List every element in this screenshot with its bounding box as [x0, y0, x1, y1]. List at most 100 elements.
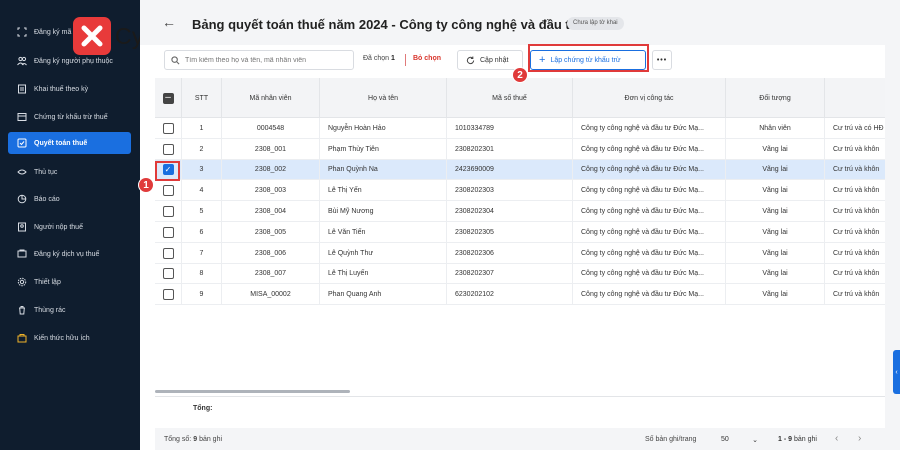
sidebar-item[interactable]: Thiết lập — [8, 271, 131, 293]
horizontal-scrollbar[interactable] — [155, 390, 350, 393]
cell-extra: Cư trú và có HĐ — [825, 118, 885, 139]
sidebar-item-label: Khai thuế theo kỳ — [34, 85, 89, 93]
cell-extra: Cư trú và khôn — [825, 243, 885, 264]
sidebar-item[interactable]: Báo cáo — [8, 188, 131, 210]
cell-code: 2308_003 — [222, 180, 320, 202]
row-checkbox-cell — [155, 201, 182, 222]
sidebar-item-label: Quyết toán thuế — [34, 139, 88, 147]
cell-name: Lê Quỳnh Thư — [320, 242, 447, 264]
cell-name: Nguyễn Hoàn Hảo — [320, 118, 447, 139]
step-marker-2: 2 — [512, 67, 528, 83]
per-page-value: 50 — [721, 436, 729, 443]
column-header: Mã nhân viên — [222, 78, 320, 118]
collapse-panel-tab[interactable]: ‹ — [893, 350, 900, 394]
status-badge: Chưa lập tờ khai — [567, 17, 624, 30]
row-checkbox[interactable] — [162, 122, 174, 134]
column-header: Đơn vị công tác — [573, 78, 726, 118]
cell-stt: 1 — [182, 118, 222, 139]
sidebar: Đăng ký mã số thuế Đăng ký người phụ thuộ… — [0, 0, 140, 450]
cell-type: Vãng lai — [726, 180, 825, 202]
sidebar-item[interactable]: Chứng từ khấu trừ thuế — [8, 106, 131, 128]
selected-count: 1 — [391, 55, 395, 62]
cell-stt: 6 — [182, 222, 222, 243]
selected-count-label: Đã chọn 1 — [363, 55, 395, 62]
row-checkbox-cell — [155, 242, 182, 264]
logo-mark-icon — [73, 17, 111, 55]
cell-type: Vãng lai — [726, 201, 825, 222]
page-title: Bảng quyết toán thuế năm 2024 - Công ty … — [192, 17, 594, 32]
sidebar-item[interactable]: Kiến thức hữu ích — [8, 327, 131, 349]
next-page-icon[interactable]: › — [858, 433, 861, 444]
scan-icon — [16, 26, 28, 38]
table-row[interactable]: 1 0004548 Nguyễn Hoàn Hảo 1010334789 Công ty… — [155, 118, 885, 139]
table-row[interactable]: 4 2308_003 Lê Thị Yến 2308202303 Công ty côn… — [155, 180, 885, 202]
header-checkbox-cell[interactable]: – — [155, 78, 182, 118]
cell-code: 2308_007 — [222, 263, 320, 285]
page-header: ← Bảng quyết toán thuế năm 2024 - Công t… — [140, 0, 900, 45]
cell-tax: 2308202301 — [447, 138, 573, 160]
sidebar-item[interactable]: Quyết toán thuế — [8, 132, 131, 154]
cell-tax: 1010334789 — [447, 118, 573, 139]
deselect-link[interactable]: Bỏ chọn — [413, 55, 441, 62]
search-input[interactable] — [185, 56, 345, 64]
sidebar-item[interactable]: Khai thuế theo kỳ — [8, 78, 131, 100]
table-row[interactable]: 6 2308_005 Lê Văn Tiến 2308202305 Công ty cô… — [155, 222, 885, 243]
table-row[interactable]: 9 MISA_00002 Phan Quang Anh 6230202102 Công … — [155, 284, 885, 306]
sidebar-item[interactable]: Người nộp thuế — [8, 216, 131, 238]
create-button-highlight — [528, 44, 649, 72]
row-checkbox[interactable] — [162, 226, 174, 238]
select-all-checkbox[interactable]: – — [162, 92, 174, 104]
cell-unit: Công ty công nghệ và đầu tư Đức Mạ... — [573, 242, 726, 264]
update-button-label: Cập nhật — [480, 56, 509, 64]
row-checkbox[interactable] — [162, 289, 174, 301]
row-checkbox-cell — [155, 263, 182, 285]
cell-code: 2308_006 — [222, 242, 320, 264]
table-row[interactable]: 5 2308_004 Bùi Mỹ Nương 2308202304 Công ty c… — [155, 201, 885, 222]
cell-type: Vãng lai — [726, 263, 825, 285]
cell-extra: Cư trú và khôn — [825, 160, 885, 181]
cell-name: Phan Quỳnh Na — [320, 159, 447, 181]
per-page-label: Số bản ghi/trang — [645, 436, 697, 443]
table-row[interactable]: 7 2308_006 Lê Quỳnh Thư 2308202306 Công ty c… — [155, 242, 885, 264]
search-icon — [171, 55, 180, 64]
row-checkbox[interactable] — [162, 247, 174, 259]
search-box[interactable] — [164, 50, 354, 70]
row-checkbox-highlight — [155, 161, 180, 181]
row-checkbox-cell — [155, 284, 182, 306]
row-checkbox-cell — [155, 180, 182, 202]
total-label: Tổng: — [193, 405, 213, 412]
pagination-footer: Tổng số: 9 bản ghi Số bản ghi/trang 50 ⌄… — [155, 428, 885, 450]
total-record-count: Tổng số: 9 bản ghi — [164, 436, 223, 443]
cell-extra: Cư trú và khôn — [825, 201, 885, 222]
prev-page-icon[interactable]: ‹ — [835, 433, 838, 444]
employee-table: – STT Mã nhân viên Họ và tên Mã số thuế … — [155, 78, 885, 396]
cell-type: Vãng lai — [726, 159, 825, 181]
cell-tax: 2308202305 — [447, 222, 573, 243]
sidebar-item[interactable]: Thùng rác — [8, 299, 131, 321]
cell-tax: 2308202303 — [447, 180, 573, 202]
more-options-button[interactable]: ••• — [652, 50, 672, 70]
cell-name: Phan Quang Anh — [320, 284, 447, 306]
row-checkbox[interactable] — [162, 185, 174, 197]
row-checkbox[interactable] — [162, 143, 174, 155]
row-checkbox[interactable] — [162, 268, 174, 280]
cell-stt: 5 — [182, 201, 222, 222]
table-row[interactable]: ✓ 3 2308_002 Phan Quỳnh Na 2423690009 Công ty… — [155, 159, 885, 181]
cell-code: 2308_005 — [222, 222, 320, 243]
per-page-select[interactable]: 50 ⌄ — [717, 432, 762, 447]
table-row[interactable]: 8 2308_007 Lê Thị Luyến 2308202307 Công ty c… — [155, 263, 885, 285]
back-arrow-icon[interactable]: ← — [162, 14, 176, 30]
column-header: Họ và tên — [320, 78, 447, 118]
receipt-icon — [16, 111, 28, 123]
cell-type: Vãng lai — [726, 242, 825, 264]
table-row[interactable]: 2 2308_001 Phạm Thùy Tiên 2308202301 Công ty… — [155, 138, 885, 160]
row-checkbox[interactable] — [162, 206, 174, 218]
cell-name: Lê Văn Tiến — [320, 222, 447, 243]
cell-type: Vãng lai — [726, 284, 825, 306]
taxpayer-icon — [16, 221, 28, 233]
sidebar-item[interactable]: Thủ tục — [8, 161, 131, 183]
chart-icon — [16, 193, 28, 205]
sidebar-item[interactable]: Đăng ký dịch vụ thuế — [8, 243, 131, 265]
update-button[interactable]: Cập nhật — [457, 50, 523, 70]
cell-tax: 2423690009 — [447, 159, 573, 181]
